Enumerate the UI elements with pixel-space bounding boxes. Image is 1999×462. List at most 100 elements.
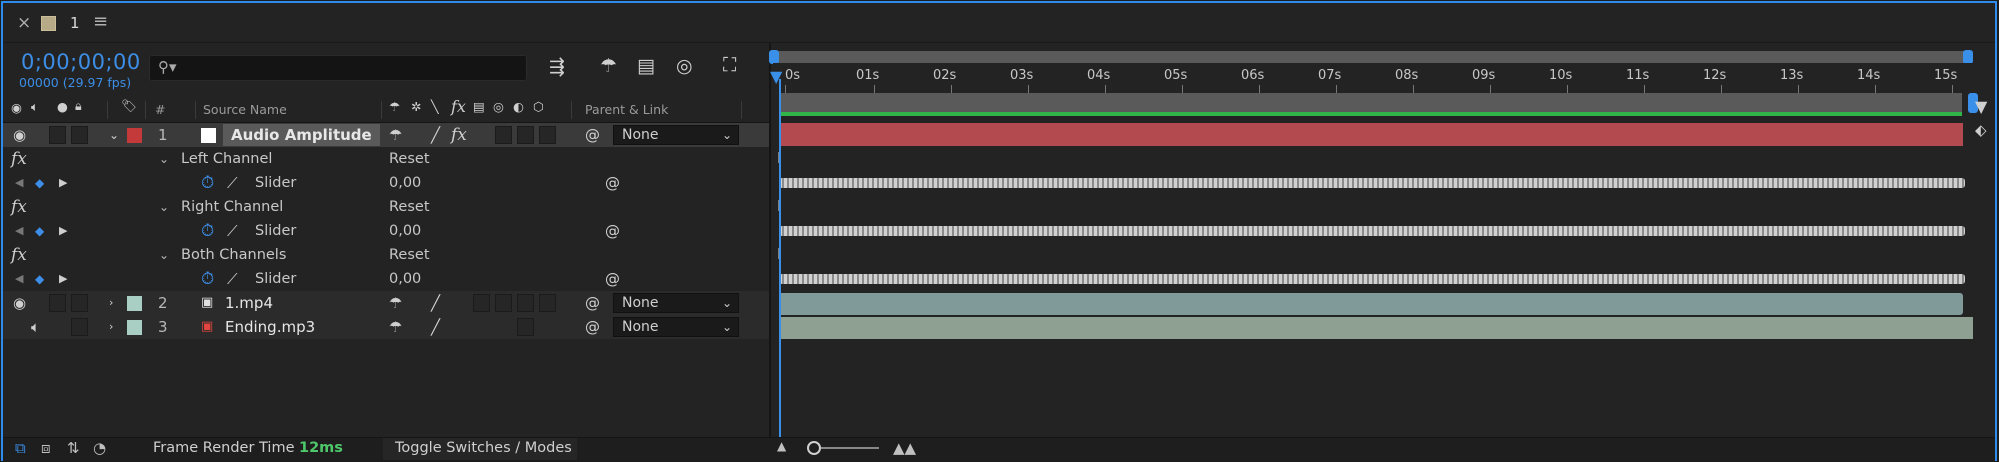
- chevron-down-icon[interactable]: ⌄: [159, 147, 169, 171]
- pick-whip-icon[interactable]: @: [585, 315, 600, 339]
- next-keyframe-icon[interactable]: ▶: [59, 267, 67, 291]
- reset-link[interactable]: Reset: [389, 243, 430, 267]
- adjustment-layer-icon[interactable]: ◐: [513, 99, 524, 114]
- layer-name[interactable]: Ending.mp3: [225, 315, 315, 339]
- next-keyframe-icon[interactable]: ▶: [59, 219, 67, 243]
- switch-box[interactable]: [495, 294, 512, 312]
- draft-3d-icon[interactable]: ☂: [600, 55, 617, 77]
- switch-box[interactable]: [539, 126, 556, 144]
- close-icon[interactable]: ×: [17, 13, 31, 33]
- column-number[interactable]: #: [155, 102, 165, 117]
- prev-keyframe-icon[interactable]: ◀: [15, 219, 23, 243]
- column-source-name[interactable]: Source Name: [203, 102, 287, 117]
- zoom-out-icon[interactable]: ▲: [777, 439, 786, 453]
- property-row[interactable]: ◀ ◆ ▶ ⏱ ⟋ Slider 0,00 @: [3, 171, 769, 195]
- switch-box[interactable]: [517, 318, 534, 336]
- shy-icon[interactable]: ☂: [389, 123, 402, 147]
- parent-dropdown[interactable]: None ⌄: [613, 317, 739, 337]
- reset-link[interactable]: Reset: [389, 195, 430, 219]
- shy-icon[interactable]: ☂: [389, 99, 400, 114]
- eye-icon[interactable]: ◉: [13, 123, 26, 147]
- collapse-icon[interactable]: ✲: [411, 99, 421, 114]
- keyframe-track[interactable]: [779, 178, 1965, 188]
- chevron-down-icon[interactable]: ⌄: [159, 195, 169, 219]
- switch-box[interactable]: [495, 126, 512, 144]
- chevron-down-icon[interactable]: ⌄: [109, 123, 119, 147]
- solo-switch[interactable]: [49, 294, 66, 312]
- layer-bar-2[interactable]: [781, 293, 1963, 315]
- current-time-display[interactable]: 0;00;00;00: [21, 50, 141, 74]
- stopwatch-icon[interactable]: ⏱: [201, 219, 214, 243]
- property-value[interactable]: 0,00: [389, 171, 421, 195]
- label-color-swatch[interactable]: [127, 128, 142, 143]
- graph-icon[interactable]: ⟋: [227, 171, 238, 195]
- eye-icon[interactable]: ◉: [13, 291, 26, 315]
- current-time-indicator[interactable]: [779, 79, 781, 439]
- chevron-down-icon[interactable]: ⌄: [159, 243, 169, 267]
- property-row[interactable]: ◀ ◆ ▶ ⏱ ⟋ Slider 0,00 @: [3, 219, 769, 243]
- graph-icon[interactable]: ⟋: [227, 267, 238, 291]
- lock-switch[interactable]: [71, 126, 88, 144]
- in-out-icon[interactable]: ◔: [93, 439, 106, 457]
- shy-icon[interactable]: ☂: [389, 315, 402, 339]
- marker-bin-icon[interactable]: ⬖: [1975, 121, 1987, 139]
- layer-switches-icon[interactable]: ⧈: [41, 439, 51, 457]
- zoom-in-icon[interactable]: ▲▲: [893, 439, 916, 457]
- 3d-layer-icon[interactable]: ⬡: [533, 99, 544, 114]
- keyframe-icon[interactable]: ◆: [35, 219, 44, 243]
- graph-icon[interactable]: ⟋: [227, 219, 238, 243]
- speaker-icon[interactable]: 🔈︎: [31, 315, 40, 339]
- label-color-swatch[interactable]: [127, 296, 142, 311]
- property-value[interactable]: 0,00: [389, 267, 421, 291]
- quality-icon[interactable]: ╲: [431, 99, 439, 114]
- motion-blur-icon[interactable]: ◎: [676, 55, 693, 77]
- navigator-end-handle[interactable]: [1963, 50, 1973, 64]
- shy-icon[interactable]: ☂: [389, 291, 402, 315]
- frame-blend-icon[interactable]: ▤: [473, 99, 485, 114]
- layer-row-3[interactable]: 🔈︎ › 3 ▣ Ending.mp3 ☂ ╱ @ None ⌄: [3, 315, 769, 339]
- comp-marker-icon[interactable]: ▼: [1975, 97, 1987, 116]
- pick-whip-icon[interactable]: @: [605, 219, 620, 243]
- navigator-start-handle[interactable]: [769, 50, 779, 64]
- layer-bar-1[interactable]: [781, 123, 1963, 146]
- effect-row[interactable]: fx ⌄ Right Channel Reset: [3, 195, 769, 219]
- chevron-right-icon[interactable]: ›: [109, 291, 113, 315]
- eye-icon[interactable]: ◉: [11, 100, 22, 115]
- quality-icon[interactable]: ╱: [431, 291, 440, 315]
- time-navigator-bar[interactable]: [773, 51, 1973, 63]
- playhead-icon[interactable]: ▼: [770, 67, 782, 86]
- work-area-bar[interactable]: [779, 93, 1962, 116]
- menu-icon[interactable]: ≡: [93, 11, 108, 32]
- switch-box[interactable]: [517, 294, 534, 312]
- time-ruler[interactable]: 0s 01s 02s 03s 04s 05s 06s 07s 08s 09s 10s 11s 12s 13…: [773, 63, 1973, 93]
- prev-keyframe-icon[interactable]: ◀: [15, 171, 23, 195]
- quality-icon[interactable]: ╱: [431, 315, 440, 339]
- keyframe-track[interactable]: [779, 274, 1965, 284]
- property-value[interactable]: 0,00: [389, 219, 421, 243]
- chevron-right-icon[interactable]: ›: [109, 315, 113, 339]
- graph-editor-icon[interactable]: ⛶: [723, 54, 736, 76]
- effect-row[interactable]: fx ⌄ Left Channel Reset: [3, 147, 769, 171]
- next-keyframe-icon[interactable]: ▶: [59, 171, 67, 195]
- tab-title[interactable]: 1: [70, 14, 80, 32]
- effect-row[interactable]: fx ⌄ Both Channels Reset: [3, 243, 769, 267]
- effects-icon[interactable]: fx: [451, 123, 467, 147]
- layer-row-2[interactable]: ◉ › 2 ▣ 1.mp4 ☂ ╱ @ None ⌄: [3, 291, 769, 315]
- label-color-swatch[interactable]: [127, 320, 142, 335]
- comp-flowchart-icon[interactable]: ⇶: [549, 56, 565, 78]
- reset-link[interactable]: Reset: [389, 147, 430, 171]
- pick-whip-icon[interactable]: @: [605, 267, 620, 291]
- layer-name[interactable]: 1.mp4: [225, 291, 273, 315]
- pick-whip-icon[interactable]: @: [605, 171, 620, 195]
- layer-bar-3[interactable]: [781, 317, 1973, 339]
- speaker-icon[interactable]: 🔈︎: [31, 99, 39, 115]
- search-input[interactable]: ⚲▾: [149, 55, 527, 81]
- solo-switch[interactable]: [49, 126, 66, 144]
- switch-box[interactable]: [473, 294, 490, 312]
- effects-icon[interactable]: fx: [451, 97, 466, 116]
- prev-keyframe-icon[interactable]: ◀: [15, 267, 23, 291]
- column-parent-link[interactable]: Parent & Link: [585, 102, 668, 117]
- keyframe-icon[interactable]: ◆: [35, 171, 44, 195]
- toggle-switches-button[interactable]: Toggle Switches / Modes: [395, 440, 572, 456]
- pick-whip-icon[interactable]: @: [585, 123, 600, 147]
